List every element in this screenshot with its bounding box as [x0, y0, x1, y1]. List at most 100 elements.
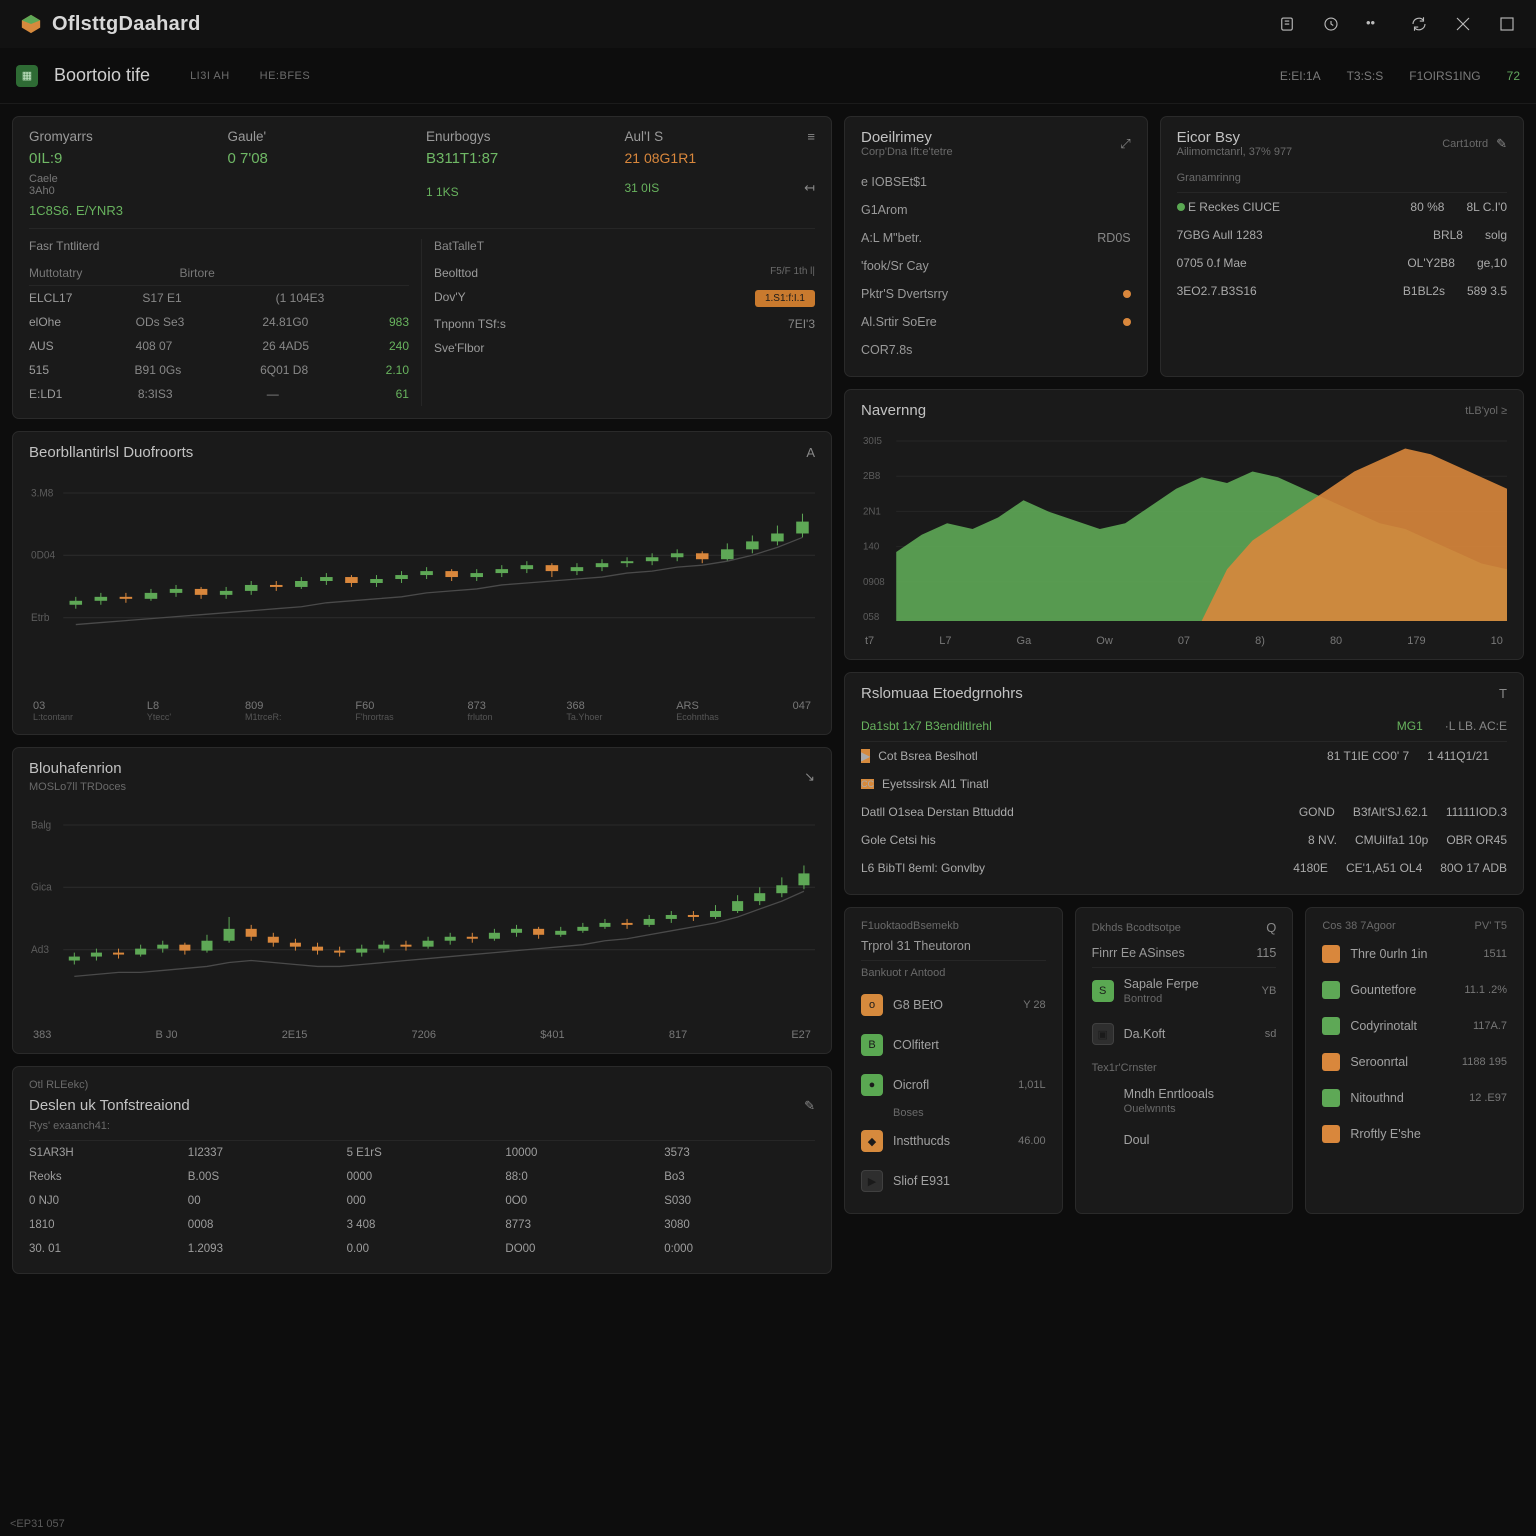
list-item[interactable]: ● Oicrofl1,01L: [861, 1065, 1046, 1105]
list-item[interactable]: Al.Srtir SoEre: [861, 308, 1131, 336]
color-swatch-icon: [1322, 1017, 1340, 1035]
table-row[interactable]: Gole Cetsi his 8 NV. CMUiIfa1 10p OBR OR…: [861, 826, 1507, 854]
table-row[interactable]: ▶Cot Bsrea Beslhotl 81 T1IE CO0' 7 1 411…: [861, 742, 1507, 770]
list3-panel: Cos 38 7Agoor PV' T5 Thre 0urln 1in1511 …: [1305, 907, 1524, 1214]
axis-label: ARSEcohnthas: [676, 697, 719, 722]
list-item[interactable]: Thre 0urln 1in1511: [1322, 936, 1507, 972]
table-row[interactable]: ELCL17S17 E1 (1 104E3: [29, 286, 409, 310]
chart1-canvas[interactable]: 3.M80D04Etrb: [29, 471, 815, 691]
table-row[interactable]: E:LD18:3IS3 —61: [29, 382, 409, 406]
events-head-c: ·L LB. AC:E: [1445, 719, 1507, 733]
list-item[interactable]: Pktr'S Dvertsrry: [861, 280, 1131, 308]
sum-sub-1a: Caele: [29, 173, 220, 185]
header-stat-2[interactable]: T3:S:S: [1347, 69, 1384, 83]
list-item[interactable]: Mndh EnrtlooalsOuelwnnts: [1092, 1078, 1277, 1124]
brand-logo-icon: [20, 13, 42, 35]
list-item[interactable]: ▶ Sliof E931: [861, 1161, 1046, 1201]
table-row[interactable]: ReoksB.00S000088:0Bo3: [29, 1165, 815, 1189]
list2-search-icon[interactable]: Q: [1266, 920, 1276, 935]
table-row[interactable]: S1AR3H1I23375 E1rS100003573: [29, 1141, 815, 1165]
list1-h2: Bankuot r Antood: [861, 961, 1046, 985]
table-row[interactable]: 0705 0.f MaeOL'Y2B8ge,10: [1177, 249, 1507, 277]
table-row[interactable]: L6 BibTl 8eml: Gonvlby 4180E CE'1,A51 OL…: [861, 854, 1507, 882]
axis-label: 383: [33, 1029, 51, 1041]
list-item[interactable]: 'fook/Sr Cay: [861, 252, 1131, 280]
item-icon: ◆: [861, 1130, 883, 1152]
chart2-canvas[interactable]: BalgGicaAd3: [29, 803, 815, 1023]
clock-icon[interactable]: [1322, 15, 1340, 33]
list-item[interactable]: e IOBSEt$1: [861, 168, 1131, 196]
list-item[interactable]: COR7.8s: [861, 336, 1131, 364]
list-item[interactable]: ◆ Instthucds46.00: [861, 1121, 1046, 1161]
list2-h1: Finrr Ee ASinses: [1092, 946, 1185, 960]
header-tab-2[interactable]: HE:BFES: [260, 70, 311, 82]
book-edit-icon[interactable]: ✎: [1496, 136, 1507, 152]
sum-label-3: Enurbogys: [426, 129, 617, 144]
svg-text:0908: 0908: [863, 577, 885, 588]
item-icon: ●: [861, 1074, 883, 1096]
svg-text:3.M8: 3.M8: [31, 487, 54, 500]
nav-action[interactable]: tLB'yol ≥: [1465, 405, 1507, 417]
book-action-label[interactable]: Cart1otrd: [1442, 138, 1488, 150]
axis-label: $401: [540, 1029, 564, 1041]
table-row[interactable]: CCEyetssirsk Al1 Tinatl: [861, 770, 1507, 798]
list-item[interactable]: o G8 BEtOY 28: [861, 985, 1046, 1025]
daily-title: Doeilrimey: [861, 129, 953, 146]
settings-icon[interactable]: [1454, 15, 1472, 33]
events-action[interactable]: T: [1499, 686, 1507, 701]
list-item[interactable]: B COlfitert: [861, 1025, 1046, 1065]
book-title: Eicor Bsy: [1177, 129, 1293, 146]
axis-label: 7206: [412, 1029, 436, 1041]
item-icon: B: [861, 1034, 883, 1056]
svg-text:2N1: 2N1: [863, 506, 881, 517]
list-sub: Boses: [861, 1105, 1046, 1121]
list-item[interactable]: Nitouthnd12 .E97: [1322, 1080, 1507, 1116]
header-tab-1[interactable]: LI3I AH: [190, 70, 230, 82]
list-item[interactable]: Gountetfore11.1 .2%: [1322, 972, 1507, 1008]
bt-title: Deslen uk Tonfstreaiond: [29, 1097, 190, 1114]
sum-sub-3: 1 1KS: [426, 185, 617, 199]
daily-expand-icon[interactable]: ⤢: [1120, 136, 1130, 152]
list-item[interactable]: Codyrinotalt117A.7: [1322, 1008, 1507, 1044]
footer-status: <EP31 057: [10, 1518, 65, 1530]
table-row[interactable]: 7GBG Aull 1283BRL8solg: [1177, 221, 1507, 249]
table-row[interactable]: 30. 011.20930.00DO000:000: [29, 1237, 815, 1261]
table-row[interactable]: Datll O1sea Derstan Bttuddd GOND B3fAlt'…: [861, 798, 1507, 826]
table-row[interactable]: E Reckes CIUCE80 %88L C.I'0: [1177, 193, 1507, 221]
refresh-icon[interactable]: [1410, 15, 1428, 33]
more-icon[interactable]: ••: [1366, 15, 1384, 33]
table-row[interactable]: AUS408 07 26 4AD5240: [29, 334, 409, 358]
table-row[interactable]: 515B91 0Gs 6Q01 D82.10: [29, 358, 409, 382]
list-item[interactable]: ▣ Da.Koft sd: [1092, 1014, 1277, 1054]
portfolio-icon: ▦: [16, 65, 38, 87]
list3-action[interactable]: PV' T5: [1475, 920, 1507, 932]
list-item[interactable]: Doul: [1092, 1124, 1277, 1156]
events-panel: Rslomuaa Etoedgrnohrs T Da1sbt 1x7 B3end…: [844, 672, 1524, 895]
list-item[interactable]: Rroftly E'she: [1322, 1116, 1507, 1152]
bt-edit-icon[interactable]: ✎: [804, 1098, 815, 1114]
book-head: Granamrinng: [1177, 168, 1507, 193]
svg-text:Balg: Balg: [31, 819, 51, 832]
chart1-action[interactable]: A: [806, 445, 815, 460]
nav-chart-canvas[interactable]: 30I52B82N11400908058: [861, 429, 1507, 629]
table-row[interactable]: elOheODs Se3 24.81G0983: [29, 310, 409, 334]
fullscreen-icon[interactable]: [1498, 15, 1516, 33]
sum-back-icon[interactable]: ↤: [804, 180, 815, 196]
table-row[interactable]: 3EO2.7.B3S16B1BL2s589 3.5: [1177, 277, 1507, 305]
header-stat-1[interactable]: E:EI:1A: [1280, 69, 1321, 83]
table-row[interactable]: 181000083 40887733080: [29, 1213, 815, 1237]
rl-row-0: Beolttod: [434, 266, 478, 280]
header-stat-4[interactable]: 72: [1507, 69, 1520, 83]
rl-action-button[interactable]: 1.S1:f:I.1: [755, 290, 815, 307]
list-item[interactable]: G1Arom: [861, 196, 1131, 224]
notif-icon[interactable]: [1278, 15, 1296, 33]
daily-panel: Doeilrimey Corp'Dna Ift:e'tetre ⤢ e IOBS…: [844, 116, 1148, 377]
sum-menu-icon[interactable]: ≡: [807, 129, 815, 150]
list-item[interactable]: S Sapale FerpeBontrod YB: [1092, 968, 1277, 1014]
list-item[interactable]: Seroonrtal1188 195: [1322, 1044, 1507, 1080]
table-row[interactable]: 0 NJ0000000O0S030: [29, 1189, 815, 1213]
alert-icon: ▶: [861, 749, 870, 763]
chart2-action-icon[interactable]: ↘: [804, 769, 815, 785]
list-item[interactable]: A:L M"betr. RD0S: [861, 224, 1131, 252]
header-stat-3[interactable]: F1OIRS1ING: [1409, 69, 1480, 83]
